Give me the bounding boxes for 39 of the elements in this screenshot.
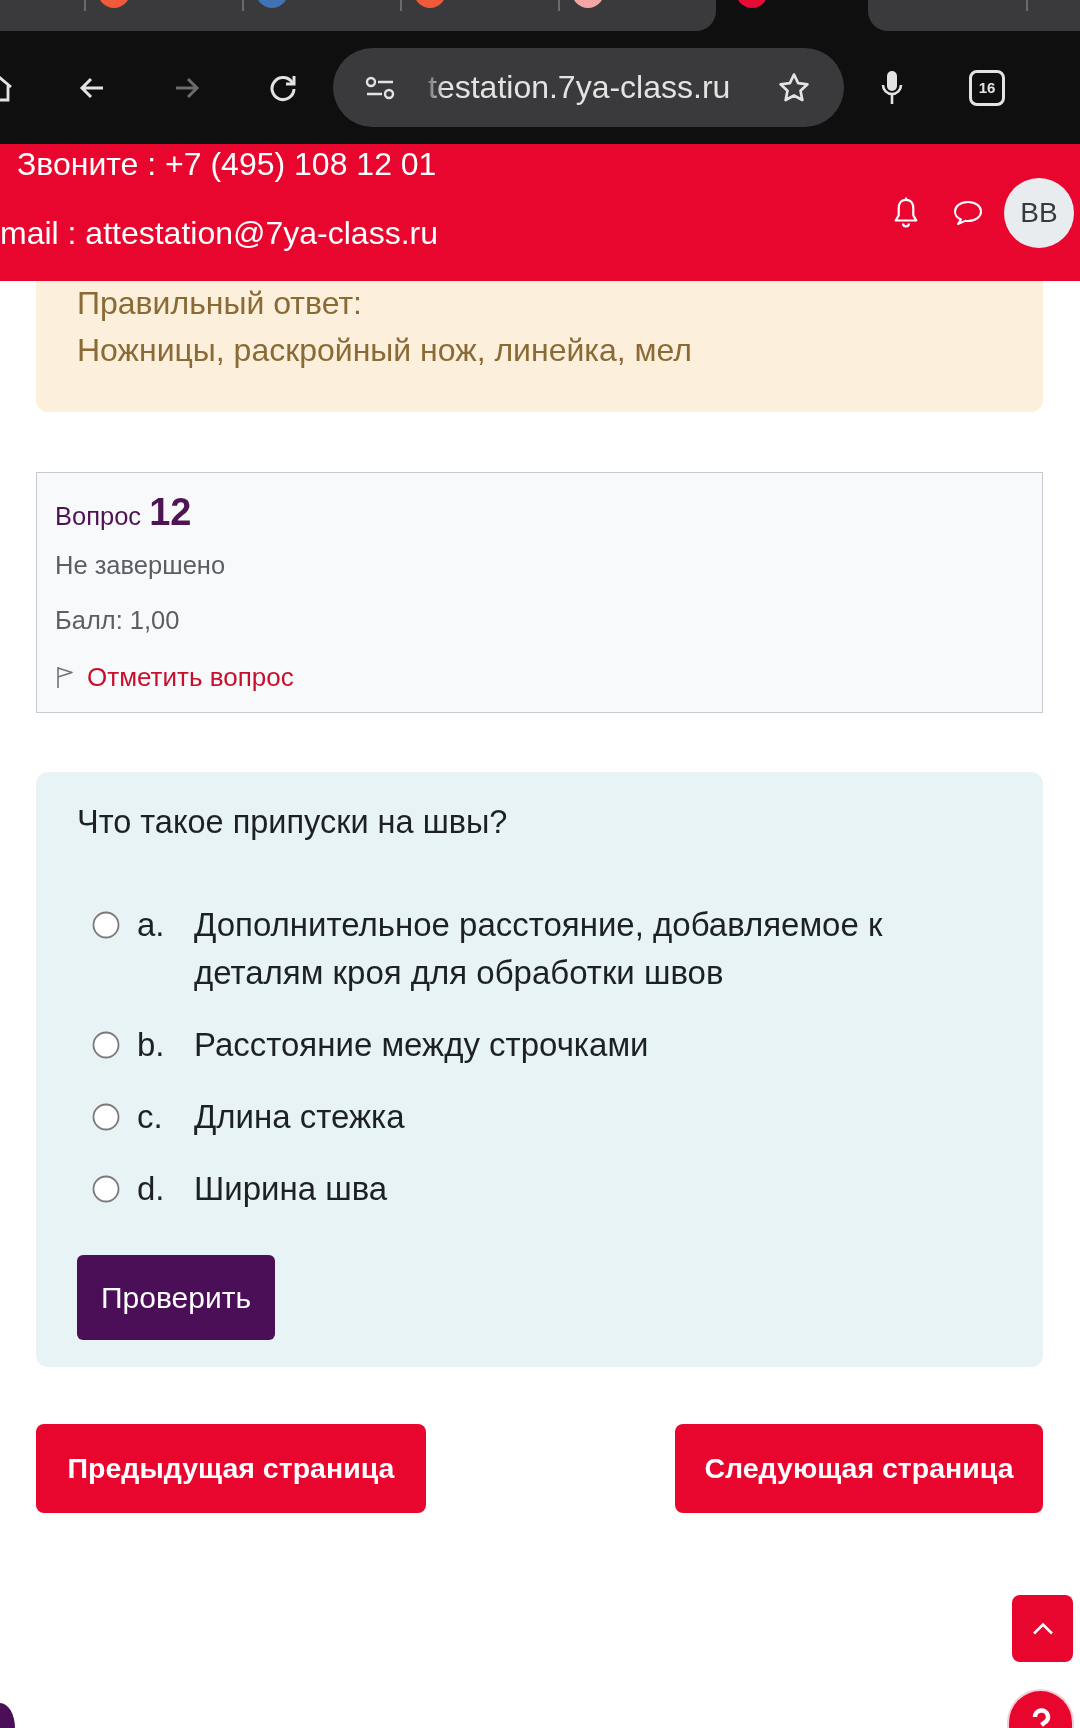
radio-button[interactable] — [92, 911, 120, 939]
site-settings-icon[interactable] — [365, 75, 395, 100]
phone-text: Звоните : +7 (495) 108 12 01 — [17, 145, 438, 184]
flag-icon[interactable] — [55, 665, 75, 689]
correct-answer-label: Правильный ответ: — [77, 284, 363, 323]
question-mark-icon — [1030, 1708, 1051, 1728]
chevron-up-icon — [1031, 1622, 1054, 1635]
next-page-button[interactable]: Следующая страница — [675, 1424, 1043, 1513]
chat-bubble-icon[interactable] — [952, 198, 984, 227]
option-text[interactable]: Длина стежка — [194, 1093, 405, 1141]
question-number: 12 — [149, 492, 192, 532]
question-text: Что такое припуски на швы? — [77, 803, 509, 842]
radio-button[interactable] — [92, 1103, 120, 1131]
question-grade: Балл: 1,00 — [55, 605, 181, 636]
option-text[interactable]: Дополнительное расстояние, добавляемое к деталям кроя для обработки швов — [194, 901, 954, 997]
radio-button[interactable] — [92, 1175, 120, 1203]
browser-tab[interactable] — [558, 0, 716, 31]
address-bar[interactable]: testation.7ya-class.ru — [333, 48, 844, 127]
microphone-icon[interactable] — [880, 69, 904, 106]
url-text[interactable]: testation.7ya-class.ru — [428, 69, 777, 106]
floating-action-button[interactable] — [0, 1703, 15, 1728]
option-letter: a. — [137, 905, 166, 945]
correct-answer-text: Ножницы, раскройный нож, линейка, мел — [77, 331, 693, 370]
option-letter: c. — [137, 1097, 164, 1137]
flag-question-link[interactable]: Отметить вопрос — [87, 661, 294, 693]
question-status: Не завершено — [55, 550, 227, 581]
email-text: mail : attestation@7ya-class.ru — [0, 214, 439, 253]
previous-page-button[interactable]: Предыдущая страница — [36, 1424, 426, 1513]
option-text[interactable]: Расстояние между строчками — [194, 1021, 649, 1069]
scroll-to-top-button[interactable] — [1012, 1595, 1073, 1662]
help-button[interactable] — [1007, 1689, 1074, 1728]
option-text[interactable]: Ширина шва — [194, 1165, 388, 1213]
option-letter: b. — [137, 1025, 166, 1065]
user-avatar[interactable]: BB — [1004, 177, 1074, 248]
tab-switcher-button[interactable]: 16 — [969, 69, 1005, 106]
question-label: Вопрос — [55, 501, 142, 532]
option-letter: d. — [137, 1169, 166, 1209]
check-button[interactable]: Проверить — [77, 1255, 276, 1340]
radio-button[interactable] — [92, 1031, 120, 1059]
